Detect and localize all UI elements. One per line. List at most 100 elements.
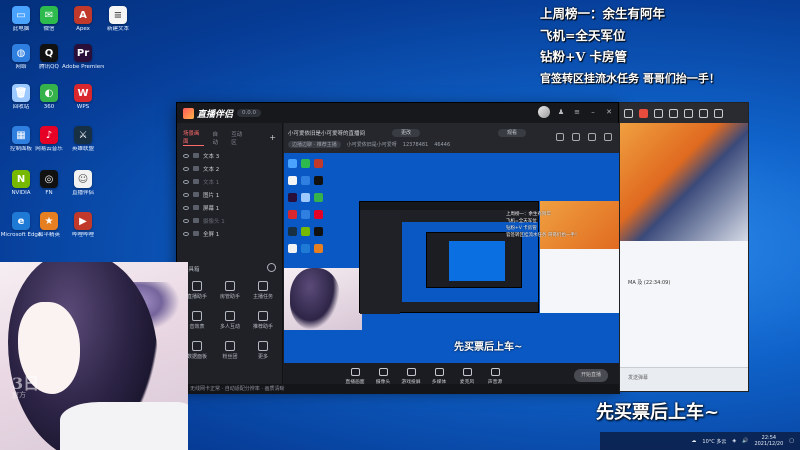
chat-send-hint[interactable]: 发送弹幕 (628, 374, 648, 381)
minimize-button[interactable]: – (588, 107, 598, 117)
scene-tabs: 场景画面 自动 互动区 + (177, 123, 282, 149)
control-button[interactable]: 直播画面 (342, 368, 368, 385)
overlay-line: 飞机=全天军位 (540, 27, 626, 43)
tool-button[interactable]: 推荐助手 (249, 311, 277, 330)
scene-item[interactable]: 文本 1 (177, 175, 282, 188)
preview-desktop-icon (314, 176, 323, 185)
app-icon: ⚔ (74, 126, 92, 144)
weather-icon: ☁ (691, 438, 697, 444)
tab-auto[interactable]: 自动 (212, 130, 223, 146)
eye-icon[interactable] (183, 218, 189, 223)
add-scene-button[interactable]: + (269, 133, 276, 142)
desktop-icon-label: 网易云音乐 (35, 146, 63, 152)
app-icon: Pr (74, 44, 92, 62)
network-icon[interactable]: ◈ (732, 438, 736, 444)
app-icon: ▶ (74, 212, 92, 230)
scene-item[interactable]: 文本 2 (177, 162, 282, 175)
tab-scenes[interactable]: 场景画面 (183, 129, 205, 146)
app-window: 直播伴侣 0.0.0 ♟ ≡ – ✕ 场景画面 自动 互动区 + 文本 3 文本 … (176, 102, 620, 389)
eye-icon[interactable] (183, 166, 189, 171)
app-titlebar: 直播伴侣 0.0.0 ♟ ≡ – ✕ (177, 103, 618, 123)
desktop-icon[interactable]: ☺ 直播伴侣 (62, 170, 104, 196)
scene-item[interactable]: 图片 1 (177, 188, 282, 201)
control-button[interactable]: 多媒体 (426, 368, 452, 385)
app-icon: ◎ (40, 170, 58, 188)
preview-desktop-icon (314, 227, 323, 236)
volume-icon[interactable]: 🔊 (742, 438, 748, 444)
clock[interactable]: 22:54 2021/12/20 (754, 435, 783, 447)
scene-item[interactable]: 摄像头 1 (177, 214, 282, 227)
shirt-icon[interactable]: ♟ (556, 107, 566, 117)
control-button[interactable]: 麦克风 (454, 368, 480, 385)
tool-label: 推荐助手 (252, 324, 273, 330)
app-title: 直播伴侣 (197, 109, 234, 120)
overlay-line: 官签转区挂流水任务 哥哥们抬一手！ (540, 71, 720, 85)
preview-desktop-icon (288, 159, 297, 168)
tool-label: 主播任务 (252, 294, 273, 300)
scene-item[interactable]: 屏幕 1 (177, 201, 282, 214)
lock-icon[interactable] (556, 133, 564, 141)
room-id: 12378481 (402, 141, 429, 148)
menu-icon[interactable] (714, 108, 723, 118)
desktop-icon[interactable]: ⚔ 英雄联盟 (62, 126, 104, 152)
close-button[interactable]: ✕ (604, 107, 614, 117)
desktop-icon-label: 腾讯QQ (39, 64, 59, 70)
tool-button[interactable]: 主播任务 (249, 281, 277, 300)
window-icon[interactable] (684, 108, 693, 118)
tool-button[interactable]: 更多 (249, 341, 277, 360)
room-meta: 边播边聊 · 推荐主播 小可爱依旧是小可爱呀 12378481 46446 (288, 141, 450, 148)
room-category[interactable]: 边播边聊 · 推荐主播 (288, 141, 341, 148)
desktop-icon[interactable]: ▶ 哔哩哔哩 (62, 212, 104, 238)
tab-interact[interactable]: 互动区 (231, 130, 247, 146)
overlay-text: 上周榜一：余生有阿年 飞机=全天军位 钻粉+V 卡房管 官签转区挂流水任务 哥哥… (540, 3, 800, 89)
user-avatar[interactable] (538, 106, 550, 118)
live-preview: 先买票后上车~ 上周榜一：余生有阿年 飞机=全天军位 钻粉+V 卡房管 官签转区… (284, 153, 620, 363)
view-button[interactable]: 观看 (498, 129, 526, 137)
tool-button[interactable]: 多人互动 (216, 311, 244, 330)
desktop-icon[interactable]: Pr Adobe Premiere (62, 44, 104, 70)
preview-nested-window (426, 232, 522, 288)
trophy-icon[interactable] (699, 108, 708, 118)
layout-icon[interactable] (588, 133, 596, 141)
rotate-icon[interactable] (604, 133, 612, 141)
preview-desktop-icon (288, 227, 297, 236)
preview-window-side (360, 210, 400, 314)
control-button[interactable]: 摄像头 (370, 368, 396, 385)
play-icon[interactable] (624, 108, 633, 118)
room-hot: 46446 (434, 141, 451, 148)
overlay-line: 上周榜一：余生有阿年 (540, 6, 666, 21)
tool-button[interactable]: 粉丝团 (216, 341, 244, 360)
preview-desktop-icon (314, 210, 323, 219)
desktop-icon[interactable]: W WPS (62, 84, 104, 110)
tool-icon (225, 311, 235, 321)
gamepad-icon[interactable] (669, 108, 678, 118)
version-badge: 0.0.0 (237, 109, 262, 117)
tools-settings-icon[interactable] (267, 263, 276, 272)
control-button[interactable]: 游戏投屏 (398, 368, 424, 385)
eye-icon[interactable] (183, 153, 189, 158)
notification-icon[interactable]: ▢ (789, 438, 794, 444)
eye-icon[interactable] (183, 179, 189, 184)
watermark-sub: 官方 (12, 391, 26, 399)
tool-label: 多人互动 (219, 324, 240, 330)
scene-item[interactable]: 全屏 1 (177, 227, 282, 240)
tool-icon (258, 281, 268, 291)
desktop-icon-label: Apex (76, 26, 90, 32)
edit-title-button[interactable]: 更改 (392, 129, 420, 137)
eye-icon[interactable] (183, 231, 189, 236)
grid-icon[interactable] (654, 108, 663, 118)
home-icon[interactable] (639, 108, 648, 118)
app-icon: Q (40, 44, 58, 62)
scene-item[interactable]: 文本 3 (177, 149, 282, 162)
eye-icon[interactable] (183, 205, 189, 210)
cam-shirt (60, 402, 188, 450)
cta-text: 先买票后上车~ (596, 402, 720, 423)
control-button[interactable]: 声音源 (482, 368, 508, 385)
menu-icon[interactable]: ≡ (572, 107, 582, 117)
grid-icon[interactable] (572, 133, 580, 141)
start-live-button[interactable]: 开始直播 (574, 369, 608, 382)
tool-button[interactable]: 房管助手 (216, 281, 244, 300)
eye-icon[interactable] (183, 192, 189, 197)
weather-text[interactable]: 10°C 多云 (702, 438, 726, 445)
desktop-icon[interactable]: ≡ 新建文本 (97, 6, 139, 32)
